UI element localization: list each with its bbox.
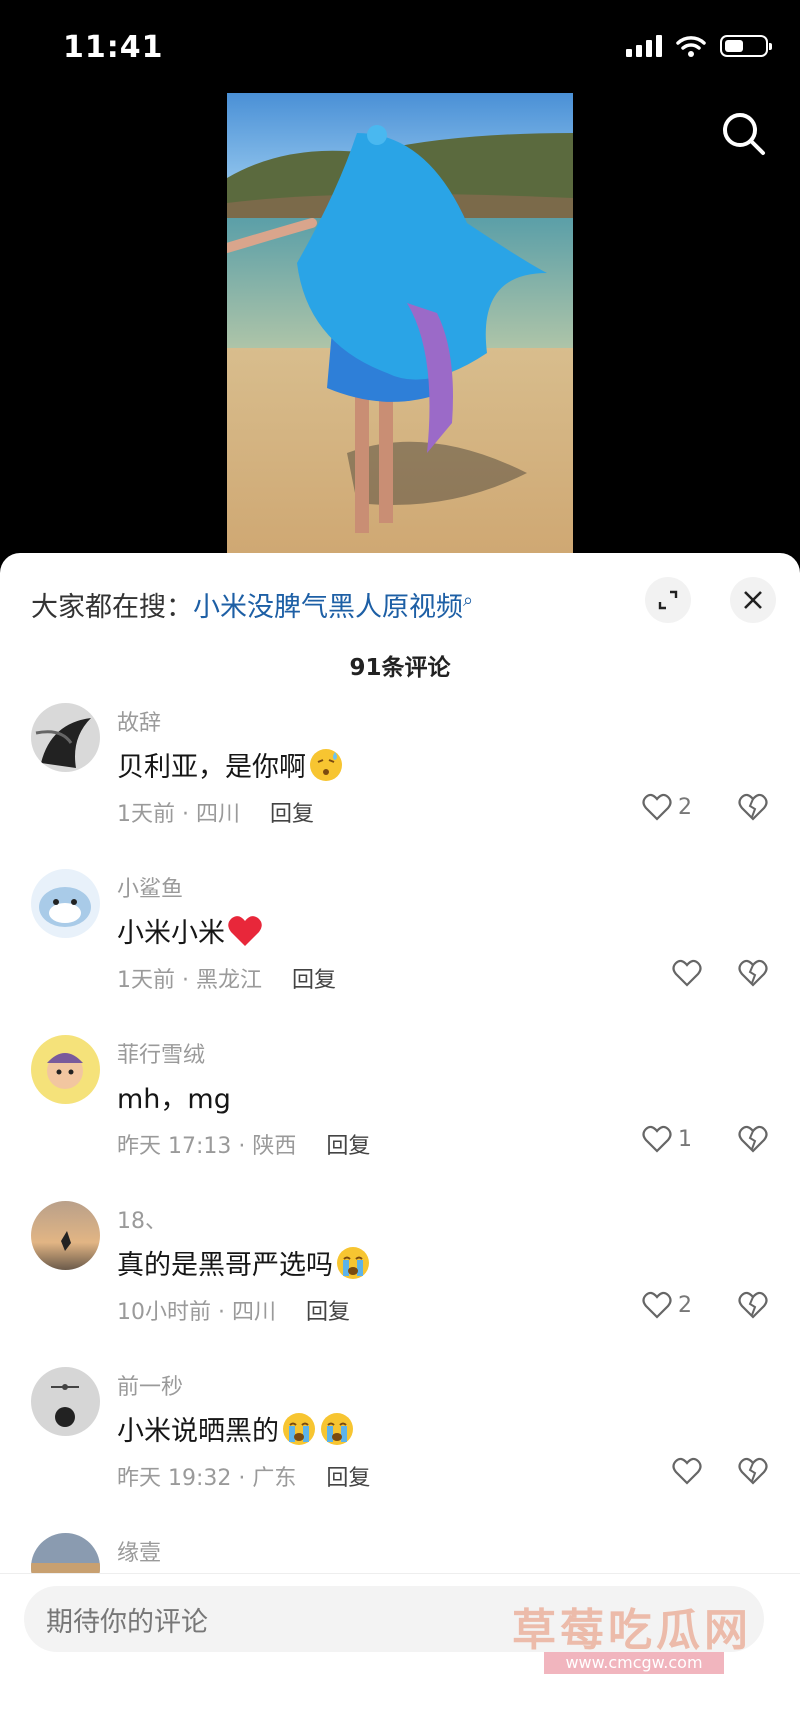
heart-outline-icon: [672, 959, 702, 987]
watermark-url: www.cmcgw.com: [544, 1652, 724, 1674]
close-button[interactable]: [730, 577, 776, 623]
watermark-text: 草莓吃瓜网: [512, 1605, 752, 1656]
reply-button[interactable]: 回复: [326, 1134, 370, 1159]
comment-item: 18、 真的是黑哥严选吗 10小时前 · 四川 回复 2: [0, 1201, 800, 1367]
avatar[interactable]: [31, 1201, 100, 1270]
comment-author[interactable]: 前一秒: [117, 1369, 183, 1401]
avatar[interactable]: [31, 703, 100, 772]
comment-item: 故辞 贝利亚，是你啊 1天前 · 四川 回复 2: [0, 703, 800, 869]
comment-text: 真的是黑哥严选吗: [117, 1243, 371, 1282]
avatar[interactable]: [31, 1367, 100, 1436]
comment-body: 真的是黑哥严选吗: [117, 1250, 333, 1281]
comment-item: 小鲨鱼 小米小米 1天前 · 黑龙江 回复: [0, 869, 800, 1035]
like-count: 2: [678, 1292, 692, 1318]
search-small-icon: ⌕: [463, 590, 474, 611]
close-icon: [744, 591, 762, 609]
comment-author[interactable]: 小鲨鱼: [117, 871, 183, 903]
like-button[interactable]: 2: [642, 793, 692, 821]
broken-heart-icon[interactable]: [738, 1125, 768, 1153]
comment-meta: 10小时前 · 四川 回复: [117, 1294, 350, 1326]
comment-author[interactable]: 菲行雪绒: [117, 1037, 205, 1069]
comment-count: 91条评论: [349, 655, 451, 681]
comment-time: 1天前 · 黑龙江: [117, 968, 262, 993]
face-sweat-emoji-icon: [310, 748, 342, 781]
broken-heart-icon[interactable]: [738, 793, 768, 821]
comment-author[interactable]: 18、: [117, 1203, 167, 1235]
avatar[interactable]: [31, 1035, 100, 1104]
search-icon[interactable]: [718, 108, 770, 160]
comment-time: 1天前 · 四川: [117, 802, 240, 827]
search-suggestion: 大家都在搜：小米没脾气黑人原视频⌕: [31, 585, 473, 624]
reply-button[interactable]: 回复: [306, 1300, 350, 1325]
comment-input-bar: 期待你的评论 草莓吃瓜网 www.cmcgw.com: [0, 1573, 800, 1732]
comment-author[interactable]: 故辞: [117, 705, 161, 737]
battery-icon: [720, 35, 772, 57]
crying-face-emoji-icon: [337, 1246, 369, 1279]
reply-button[interactable]: 回复: [292, 968, 336, 993]
comment-sheet: 大家都在搜：小米没脾气黑人原视频⌕ 91条评论 故辞 贝利亚，是你啊 1天前 ·…: [0, 553, 800, 1731]
like-button[interactable]: 1: [642, 1125, 692, 1153]
comment-text: 小米说晒黑的: [117, 1409, 355, 1448]
comment-meta: 1天前 · 黑龙江 回复: [117, 962, 336, 994]
comment-body: 贝利亚，是你啊: [117, 752, 306, 783]
comment-text: mh，mg: [117, 1077, 231, 1116]
heart-outline-icon: [672, 1457, 702, 1485]
crying-face-emoji-icon: [321, 1412, 353, 1445]
heart-outline-icon: [642, 1291, 672, 1319]
broken-heart-icon[interactable]: [738, 1291, 768, 1319]
comment-meta: 1天前 · 四川 回复: [117, 796, 314, 828]
expand-icon: [658, 590, 678, 610]
heart-outline-icon: [642, 793, 672, 821]
like-button[interactable]: 2: [642, 1291, 692, 1319]
crying-face-emoji-icon: [283, 1412, 315, 1445]
comment-item: 前一秒 小米说晒黑的 昨天 19:32 · 广东 回复: [0, 1367, 800, 1533]
wifi-icon: [676, 36, 706, 57]
comment-time: 昨天 17:13 · 陕西: [117, 1134, 297, 1159]
like-button[interactable]: [672, 959, 702, 987]
comment-time: 10小时前 · 四川: [117, 1300, 276, 1325]
comment-body: mh，mg: [117, 1084, 231, 1115]
comment-body: 小米小米: [117, 918, 225, 949]
comment-body: 小米说晒黑的: [117, 1416, 279, 1447]
comment-text: 贝利亚，是你啊: [117, 745, 344, 784]
cellular-signal-icon: [626, 35, 662, 57]
avatar[interactable]: [31, 869, 100, 938]
status-icons: [626, 34, 772, 58]
suggestion-link[interactable]: 小米没脾气黑人原视频: [193, 592, 463, 623]
like-count: 1: [678, 1126, 692, 1152]
comment-author[interactable]: 缘壹: [117, 1535, 161, 1567]
suggestion-label: 大家都在搜：: [31, 592, 193, 623]
like-button[interactable]: [672, 1457, 702, 1485]
broken-heart-icon[interactable]: [738, 1457, 768, 1485]
comment-time: 昨天 19:32 · 广东: [117, 1466, 297, 1491]
status-time: 11:41: [63, 30, 164, 65]
comment-meta: 昨天 17:13 · 陕西 回复: [117, 1128, 370, 1160]
reply-button[interactable]: 回复: [270, 802, 314, 827]
comment-text: 小米小米: [117, 911, 263, 950]
broken-heart-icon[interactable]: [738, 959, 768, 987]
comment-item: 菲行雪绒 mh，mg 昨天 17:13 · 陕西 回复 1: [0, 1035, 800, 1201]
expand-button[interactable]: [645, 577, 691, 623]
like-count: 2: [678, 794, 692, 820]
reply-button[interactable]: 回复: [326, 1466, 370, 1491]
comment-meta: 昨天 19:32 · 广东 回复: [117, 1460, 370, 1492]
red-heart-emoji-icon: [228, 915, 262, 946]
video-thumbnail[interactable]: [227, 93, 573, 553]
heart-outline-icon: [642, 1125, 672, 1153]
